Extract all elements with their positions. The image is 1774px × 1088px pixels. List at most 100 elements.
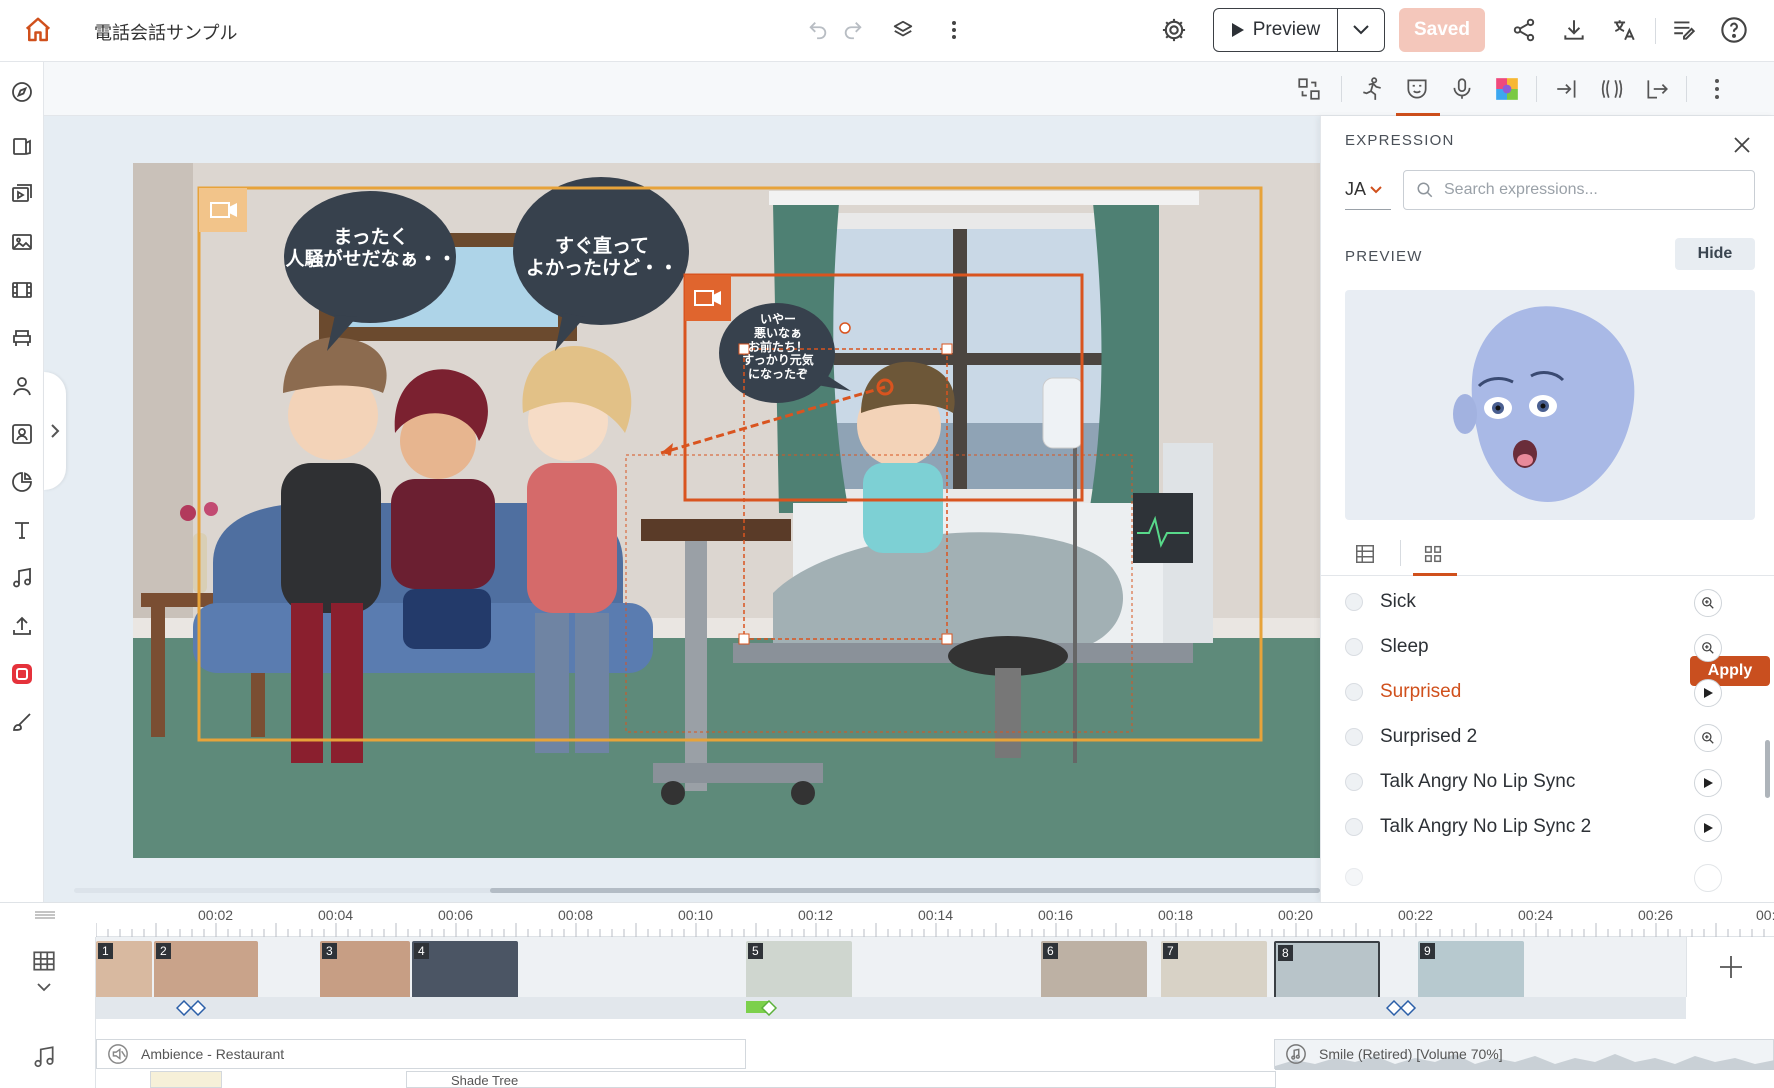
script-notes-icon[interactable] [1668,14,1700,46]
plugin-app-icon[interactable] [8,660,36,688]
compass-icon[interactable] [8,78,36,106]
character-icon[interactable] [8,372,36,400]
help-icon[interactable] [1718,14,1750,46]
language-select[interactable]: JA [1345,170,1391,210]
list-item-selected[interactable]: Surprised [1321,667,1761,718]
scene-canvas[interactable]: まったく 人騒がせだなぁ・・ すぐ直って よかったけど・・ いやー 悪いなぁ お… [133,163,1320,858]
scene-clip[interactable]: 4 [412,941,518,999]
preview-dropdown-button[interactable] [1337,8,1385,52]
audio-clip-small[interactable] [150,1071,222,1088]
action-pose-icon[interactable] [1357,74,1387,104]
more-options-icon[interactable] [1702,74,1732,104]
grid-view-icon[interactable] [1417,538,1449,570]
chevron-down-icon [1353,25,1369,35]
scene-track: 1 2 3 4 5 6 7 8 9 [96,937,1686,999]
left-sidebar [0,62,44,902]
undo-icon[interactable] [804,16,832,44]
media-library-icon[interactable] [8,180,36,208]
scene-clip[interactable]: 2 [154,941,258,999]
color-palette-icon[interactable] [1492,74,1522,104]
chevron-down-icon[interactable] [34,979,54,995]
speech-bubble-3[interactable]: いやー 悪いなぁ お前たち！ すっかり元気 になったぞ [723,312,833,382]
scene-clip[interactable]: 9 [1418,941,1524,999]
time-ruler[interactable]: 00:02 00:04 00:06 00:08 00:10 00:12 00:1… [96,903,1774,937]
list-item[interactable]: Talk Angry No Lip Sync [1321,757,1761,808]
audio-track-music-icon[interactable] [28,1041,60,1073]
templates-icon[interactable] [8,132,36,160]
document-title[interactable]: 電話会話サンプル [94,19,237,45]
layers-icon[interactable] [889,16,917,44]
canvas-scrollbar-thumb[interactable] [490,888,1320,893]
scene-clip[interactable]: 5 [746,941,852,999]
speech-bubble-2[interactable]: すぐ直って よかったけど・・ [513,236,691,280]
expression-thumbnail-icon [1345,868,1363,886]
translate-icon[interactable] [1608,14,1640,46]
scene-clip-selected[interactable]: 8 [1274,941,1380,999]
swap-asset-icon[interactable] [1294,74,1324,104]
close-icon[interactable] [1729,132,1755,158]
divider [1400,540,1401,566]
expression-mask-icon[interactable] [1402,74,1432,104]
audio-clip[interactable]: Smile (Retired) [Volume 70%] [1274,1039,1774,1070]
chart-pie-icon[interactable] [8,468,36,496]
expression-thumbnail-icon [1345,593,1363,611]
list-item[interactable]: Sleep [1321,622,1761,673]
list-item[interactable]: Surprised 2 [1321,712,1761,763]
expression-thumbnail-icon [1345,638,1363,656]
play-preview-button[interactable] [1694,864,1722,892]
redo-icon[interactable] [839,16,867,44]
preview-label: PREVIEW [1345,248,1423,265]
text-icon[interactable] [8,516,36,544]
character-builder-icon[interactable] [8,420,36,448]
list-view-icon[interactable] [1349,538,1381,570]
audio-clip[interactable]: Ambience - Restaurant [96,1039,746,1069]
exit-effect-icon[interactable] [1642,74,1672,104]
saved-button[interactable]: Saved [1399,8,1485,52]
hide-preview-button[interactable]: Hide [1675,238,1755,270]
more-vertical-icon[interactable] [940,16,968,44]
list-item[interactable]: Talk Angry No Lip Sync 2 [1321,802,1761,853]
audio-clip-label: Ambience - Restaurant [141,1046,285,1062]
scene-clip[interactable]: 1 [96,941,152,999]
play-preview-button[interactable] [1694,814,1722,842]
settings-gear-icon[interactable] [1158,14,1190,46]
scene-clip[interactable]: 3 [320,941,410,999]
zoom-preview-button[interactable] [1694,589,1722,617]
list-item[interactable]: Sick [1321,577,1761,628]
scene-clip[interactable]: 7 [1161,941,1267,999]
play-preview-button[interactable] [1694,769,1722,797]
add-scene-button[interactable] [1686,937,1774,997]
zoom-preview-button[interactable] [1694,724,1722,752]
zoom-preview-button[interactable] [1694,634,1722,662]
video-film-icon[interactable] [8,276,36,304]
list-scrollbar[interactable] [1765,740,1770,798]
music-note-icon[interactable] [8,564,36,592]
upload-icon[interactable] [8,612,36,640]
transition-marker-icon[interactable] [760,1000,778,1016]
search-field[interactable] [1403,170,1755,210]
drag-handle-icon[interactable] [30,907,60,923]
download-icon[interactable] [1558,14,1590,46]
preview-button[interactable]: Preview [1213,8,1338,52]
transition-marker-icon[interactable] [1386,1000,1422,1016]
tick-label: 00:08 [558,907,594,923]
scenes-track-icon[interactable] [28,945,60,977]
props-chair-icon[interactable] [8,324,36,352]
scene-clip[interactable]: 6 [1041,941,1147,999]
list-item-partial[interactable] [1321,852,1761,902]
play-preview-button[interactable] [1694,679,1722,707]
transition-marker-icon[interactable] [176,1000,212,1016]
sidebar-expand-handle[interactable] [44,372,66,490]
speech-bubble-1[interactable]: まったく 人騒がせだなぁ・・ [283,227,459,271]
play-icon [1231,23,1244,37]
share-icon[interactable] [1508,14,1540,46]
brush-icon[interactable] [8,708,36,736]
enter-effect-icon[interactable] [1552,74,1582,104]
microphone-icon[interactable] [1447,74,1477,104]
expression-label: Talk Angry No Lip Sync [1380,771,1576,792]
audio-clip[interactable]: Shade Tree [406,1071,1276,1088]
motion-path-icon[interactable] [1597,74,1627,104]
image-icon[interactable] [8,228,36,256]
home-icon[interactable] [20,14,56,46]
search-input[interactable] [1444,181,1744,199]
